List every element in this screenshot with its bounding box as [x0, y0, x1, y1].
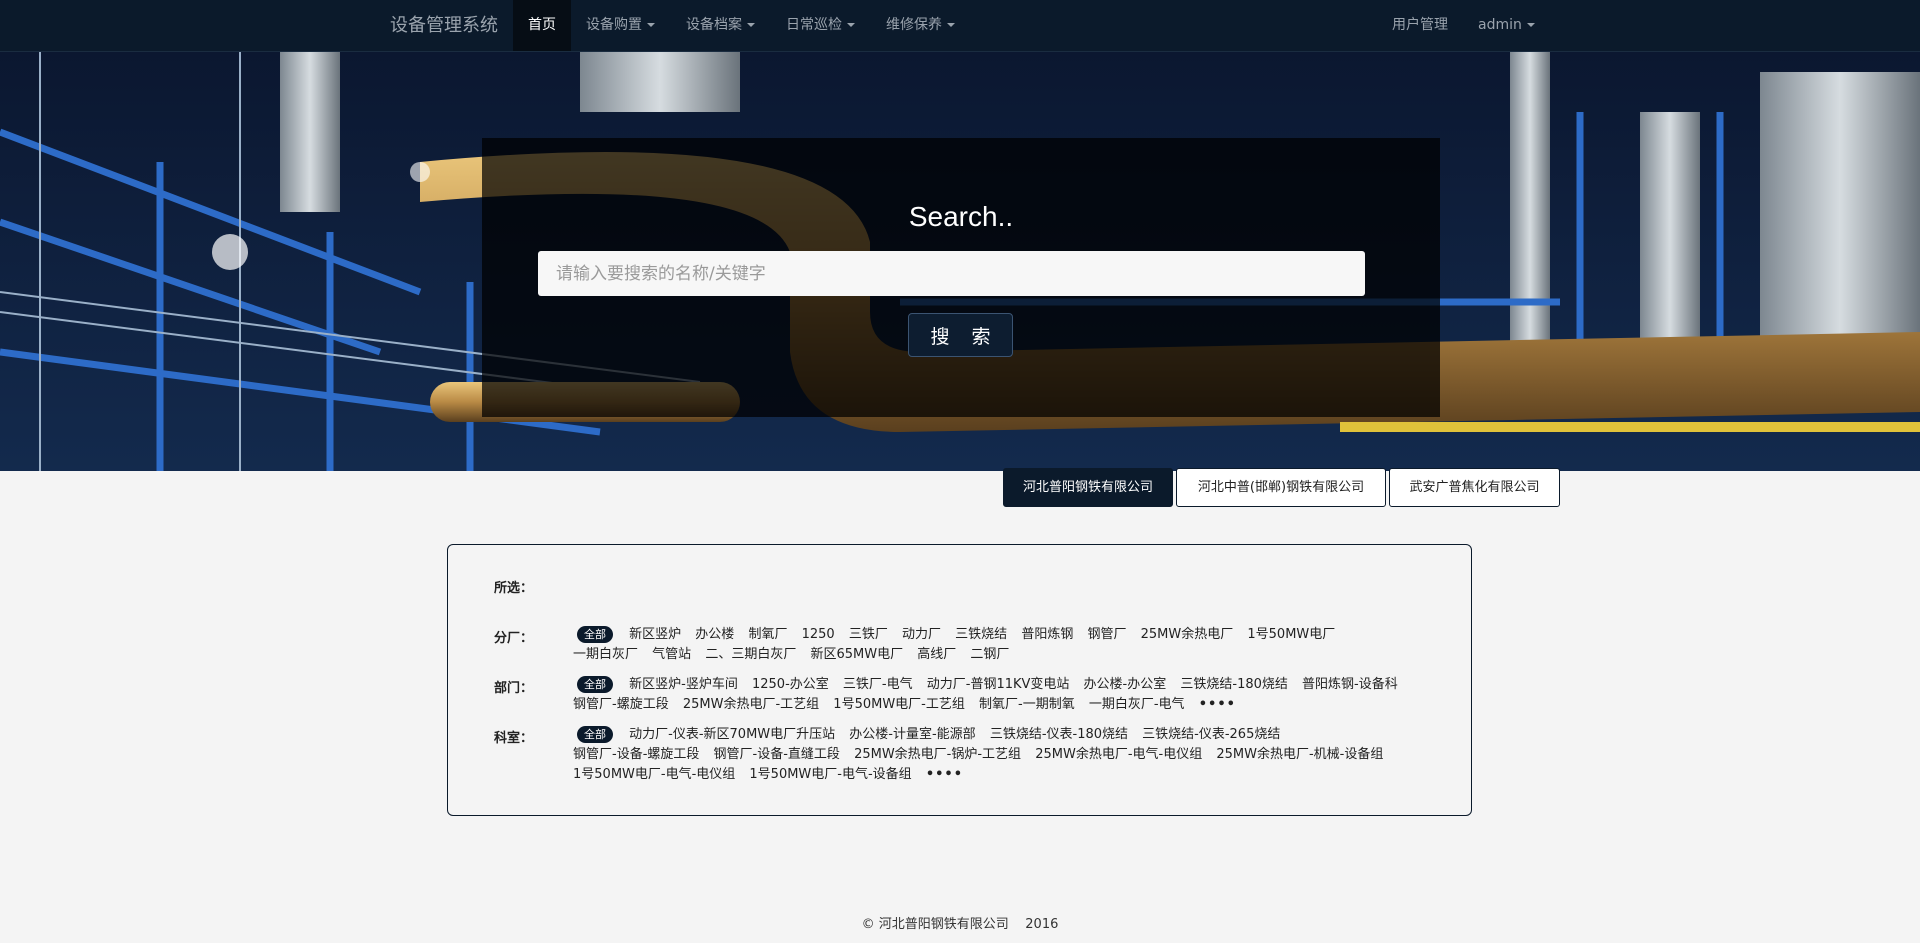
- section-tag[interactable]: 25MW余热电厂-锅炉-工艺组: [854, 745, 1021, 765]
- branch-tag[interactable]: 1250: [802, 625, 835, 645]
- department-tag[interactable]: 1250-办公室: [752, 675, 829, 695]
- department-tag[interactable]: 25MW余热电厂-工艺组: [683, 695, 819, 715]
- nav-label: 设备购置: [586, 17, 642, 33]
- department-tag[interactable]: 一期白灰厂-电气: [1089, 695, 1185, 715]
- footer-copyright: © 河北普阳钢铁有限公司 2016: [861, 917, 1059, 932]
- department-all-badge[interactable]: 全部: [577, 676, 613, 693]
- section-tag[interactable]: 1号50MW电厂-电气-设备组: [749, 765, 911, 785]
- nav-label: 维修保养: [886, 17, 942, 33]
- department-tag[interactable]: 制氧厂-一期制氧: [979, 695, 1075, 715]
- branch-tag[interactable]: 制氧厂: [748, 625, 787, 645]
- nav-label: 日常巡检: [786, 17, 842, 33]
- company-tab-puyang[interactable]: 河北普阳钢铁有限公司: [1003, 468, 1173, 507]
- top-navbar: 设备管理系统 首页 设备购置 设备档案 日常巡检 维修保养 用户管理 admin: [0, 0, 1920, 52]
- department-tag[interactable]: 办公楼-办公室: [1084, 675, 1167, 695]
- company-tab-zhongpu[interactable]: 河北中普(邯郸)钢铁有限公司: [1176, 468, 1386, 507]
- nav-maintenance[interactable]: 维修保养: [886, 0, 955, 51]
- department-filter-list: 全部 新区竖炉-竖炉车间 1250-办公室 三铁厂-电气 动力厂-普钢11KV变…: [573, 675, 1418, 715]
- branch-tag[interactable]: 1号50MW电厂: [1247, 625, 1335, 645]
- caret-down-icon: [747, 23, 755, 27]
- branch-tag[interactable]: 钢管厂: [1087, 625, 1126, 645]
- department-tag[interactable]: 钢管厂-螺旋工段: [573, 695, 669, 715]
- section-tag[interactable]: 三铁烧结-仪表-180烧结: [990, 725, 1128, 745]
- nav-home[interactable]: 首页: [513, 0, 571, 51]
- section-tag[interactable]: 25MW余热电厂-电气-电仪组: [1035, 745, 1202, 765]
- branch-filter-list: 全部 新区竖炉 办公楼 制氧厂 1250 三铁厂 动力厂 三铁烧结 普阳炼钢 钢…: [573, 625, 1418, 665]
- section-tag[interactable]: 钢管厂-设备-螺旋工段: [573, 745, 699, 765]
- nav-label: 设备档案: [686, 17, 742, 33]
- caret-down-icon: [947, 23, 955, 27]
- section-tag[interactable]: 钢管厂-设备-直缝工段: [714, 745, 840, 765]
- department-tag[interactable]: 动力厂-普钢11KV变电站: [927, 675, 1070, 695]
- section-tag[interactable]: 三铁烧结-仪表-265烧结: [1142, 725, 1280, 745]
- filter-panel: 所选： 分厂： 全部 新区竖炉 办公楼 制氧厂 1250 三铁厂 动力厂 三铁烧…: [447, 544, 1472, 816]
- branch-tag[interactable]: 二钢厂: [970, 645, 1009, 665]
- department-more-button[interactable]: ••••: [1199, 697, 1236, 712]
- department-tag[interactable]: 新区竖炉-竖炉车间: [629, 675, 738, 695]
- department-tag[interactable]: 三铁厂-电气: [843, 675, 913, 695]
- section-label: 科室：: [494, 731, 534, 746]
- search-button[interactable]: 搜 索: [908, 313, 1013, 357]
- search-panel: Search.. 搜 索: [482, 138, 1440, 417]
- branch-tag[interactable]: 办公楼: [695, 625, 734, 645]
- section-tag[interactable]: 25MW余热电厂-机械-设备组: [1216, 745, 1383, 765]
- branch-tag[interactable]: 动力厂: [902, 625, 941, 645]
- section-tag[interactable]: 动力厂-仪表-新区70MW电厂升压站: [629, 725, 835, 745]
- section-filter-list: 全部 动力厂-仪表-新区70MW电厂升压站 办公楼-计量室-能源部 三铁烧结-仪…: [573, 725, 1418, 785]
- search-title: Search..: [908, 201, 1014, 232]
- nav-admin-menu[interactable]: admin: [1478, 0, 1535, 51]
- branch-label: 分厂：: [494, 631, 534, 646]
- department-tag[interactable]: 三铁烧结-180烧结: [1180, 675, 1288, 695]
- branch-tag[interactable]: 三铁厂: [849, 625, 888, 645]
- section-more-button[interactable]: ••••: [926, 767, 963, 782]
- nav-daily-inspection[interactable]: 日常巡检: [786, 0, 855, 51]
- branch-tag[interactable]: 25MW余热电厂: [1141, 625, 1234, 645]
- branch-tag[interactable]: 三铁烧结: [955, 625, 1007, 645]
- branch-all-badge[interactable]: 全部: [577, 626, 613, 643]
- company-tab-guangpu[interactable]: 武安广普焦化有限公司: [1389, 468, 1560, 507]
- department-tag[interactable]: 1号50MW电厂-工艺组: [833, 695, 965, 715]
- branch-tag[interactable]: 一期白灰厂: [573, 645, 638, 665]
- selected-label: 所选：: [494, 581, 534, 596]
- nav-equipment-archive[interactable]: 设备档案: [686, 0, 755, 51]
- branch-tag[interactable]: 高线厂: [917, 645, 956, 665]
- caret-down-icon: [847, 23, 855, 27]
- branch-tag[interactable]: 普阳炼钢: [1021, 625, 1073, 645]
- hero-banner: Search.. 搜 索: [0, 52, 1920, 471]
- section-tag[interactable]: 办公楼-计量室-能源部: [849, 725, 975, 745]
- search-input[interactable]: [538, 251, 1365, 296]
- brand-title[interactable]: 设备管理系统: [390, 0, 498, 51]
- section-all-badge[interactable]: 全部: [577, 726, 613, 743]
- department-label: 部门：: [494, 681, 534, 696]
- nav-user-management[interactable]: 用户管理: [1392, 0, 1448, 51]
- caret-down-icon: [647, 23, 655, 27]
- nav-label: admin: [1478, 17, 1522, 33]
- branch-tag[interactable]: 新区竖炉: [629, 625, 681, 645]
- department-tag[interactable]: 普阳炼钢-设备科: [1302, 675, 1398, 695]
- branch-tag[interactable]: 新区65MW电厂: [810, 645, 903, 665]
- branch-tag[interactable]: 二、三期白灰厂: [705, 645, 796, 665]
- nav-equipment-purchase[interactable]: 设备购置: [586, 0, 655, 51]
- section-tag[interactable]: 1号50MW电厂-电气-电仪组: [573, 765, 735, 785]
- branch-tag[interactable]: 气管站: [652, 645, 691, 665]
- caret-down-icon: [1526, 23, 1535, 27]
